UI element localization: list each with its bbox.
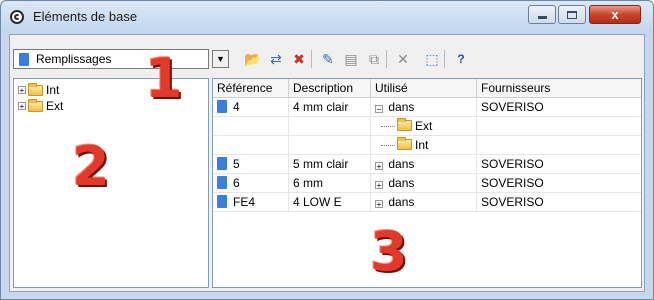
new-icon[interactable]: ✎ [318,49,338,69]
rename-icon[interactable]: ⇄ [266,49,286,69]
reference-cell: FE4 [233,195,256,209]
column-header-suppliers[interactable]: Fournisseurs [477,79,641,97]
reference-cell: 4 [233,100,240,114]
delete-red-icon[interactable]: ✖ [289,49,309,69]
expand-icon[interactable]: + [375,162,383,171]
folder-icon [397,118,412,131]
table-row[interactable]: Int [213,136,641,155]
table-row[interactable]: 5 5 mm clair + dans SOVERISO [213,155,641,174]
folder-icon [28,82,43,96]
expand-icon[interactable]: + [18,102,26,111]
column-header-used[interactable]: Utilisé [371,79,477,97]
folder-icon [397,137,412,150]
toolbar-separator [444,50,445,68]
minimize-button[interactable] [528,5,556,24]
glass-pane-icon [217,195,227,208]
supplier-cell [477,136,641,154]
description-cell: 4 mm clair [289,98,371,116]
used-location-cell: Int [415,138,429,152]
copy-icon[interactable]: ⧉ [364,49,384,69]
close-icon: x [611,7,619,22]
items-grid[interactable]: Référence Description Utilisé Fournisseu… [212,78,642,288]
column-header-description[interactable]: Description [289,79,371,97]
export-icon[interactable]: ⬚ [422,49,442,69]
annotation-number-3: 3 [370,220,408,283]
used-cell: dans [388,157,415,171]
table-row[interactable]: Ext [213,117,641,136]
expand-icon[interactable]: + [18,86,26,95]
tree-connector [381,145,395,147]
category-select-value: Remplissages [36,52,112,66]
annotation-number-1: 1 [145,47,183,110]
expand-icon[interactable]: + [375,181,383,190]
supplier-cell [477,117,641,135]
reference-cell: 6 [233,176,240,190]
glass-pane-icon [217,176,227,189]
glass-pane-icon [217,157,227,170]
annotation-number-2: 2 [72,135,110,198]
supplier-cell: SOVERISO [481,176,544,190]
close-button[interactable]: x [589,5,641,24]
used-cell: dans [388,195,415,209]
close-x-icon[interactable]: ✕ [393,49,413,69]
maximize-icon [567,10,577,19]
toolbar-separator [386,50,387,68]
tree-connector [381,126,395,128]
description-cell [289,117,371,135]
title-bar[interactable]: Eléments de base x [1,1,653,33]
dropdown-arrow-button[interactable]: ▼ [212,50,229,68]
folder-icon [28,98,43,112]
app-logo-icon [10,10,24,24]
tree-item-label: Int [46,83,60,97]
reference-cell [213,136,289,154]
description-cell: 6 mm [289,174,371,192]
open-folder-icon[interactable]: 📂 [243,49,263,69]
properties-icon[interactable]: ▤ [341,49,361,69]
column-header-reference[interactable]: Référence [213,79,289,97]
glass-pane-icon [217,100,227,113]
description-cell [289,136,371,154]
description-cell: 5 mm clair [289,155,371,173]
toolbar-separator [311,50,312,68]
description-cell: 4 LOW E [289,193,371,211]
tree-item-int[interactable]: + Int [18,82,59,98]
collapse-icon[interactable]: − [375,105,383,114]
grid-header: Référence Description Utilisé Fournisseu… [213,79,641,98]
maximize-button[interactable] [558,5,586,24]
glass-pane-icon [19,53,29,66]
used-cell: dans [388,100,415,114]
tree-item-label: Ext [46,99,64,113]
supplier-cell: SOVERISO [481,195,544,209]
used-cell: dans [388,176,415,190]
minimize-icon [537,16,547,19]
tree-item-ext[interactable]: + Ext [18,98,63,114]
expand-icon[interactable]: + [375,200,383,209]
supplier-cell: SOVERISO [481,157,544,171]
help-icon[interactable]: ? [451,49,471,69]
table-row[interactable]: 6 6 mm + dans SOVERISO [213,174,641,193]
table-row[interactable]: FE4 4 LOW E + dans SOVERISO [213,193,641,212]
supplier-cell: SOVERISO [481,100,544,114]
table-row[interactable]: 4 4 mm clair − dans SOVERISO [213,98,641,117]
reference-cell [213,117,289,135]
used-location-cell: Ext [415,119,433,133]
reference-cell: 5 [233,157,240,171]
window-title: Eléments de base [33,9,138,24]
